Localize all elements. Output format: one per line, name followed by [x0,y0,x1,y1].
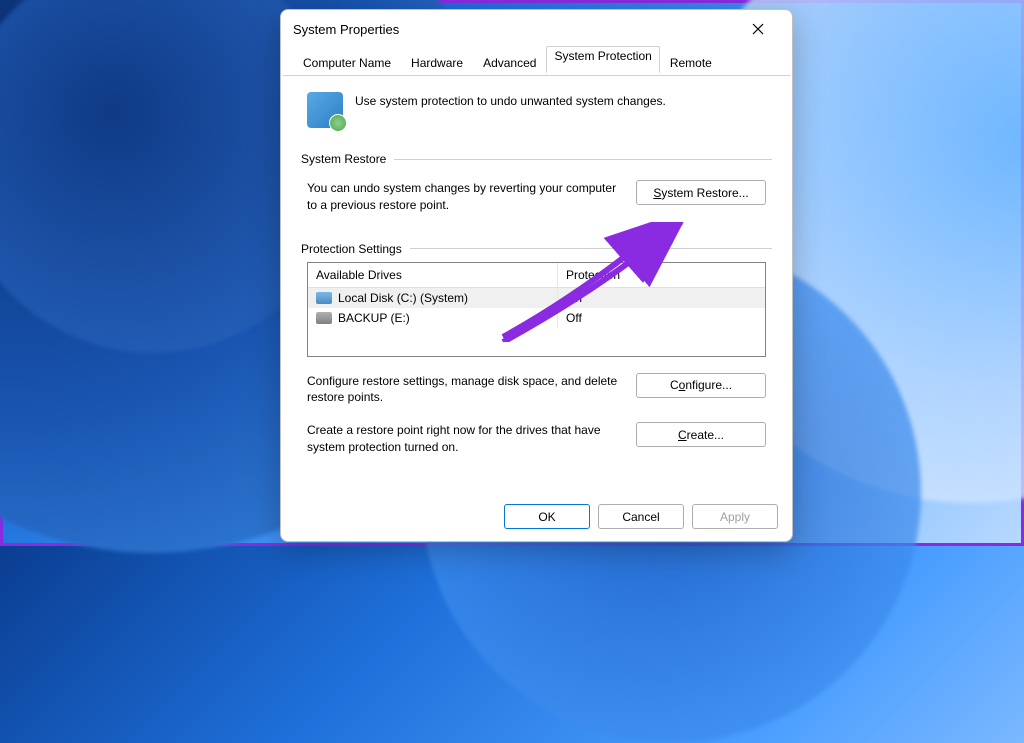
cancel-button[interactable]: Cancel [598,504,684,529]
tab-advanced[interactable]: Advanced [473,49,546,76]
create-text: Create a restore point right now for the… [307,422,620,456]
system-restore-text: You can undo system changes by reverting… [307,180,620,214]
disk-icon [316,292,332,304]
col-header-drives[interactable]: Available Drives [308,263,558,287]
tab-body-system-protection: Use system protection to undo unwanted s… [281,76,792,494]
titlebar: System Properties [281,10,792,48]
drive-name: Local Disk (C:) (System) [338,291,468,305]
tab-computer-name[interactable]: Computer Name [293,49,401,76]
system-protection-icon [307,92,343,128]
tab-hardware[interactable]: Hardware [401,49,473,76]
dialog-button-row: OK Cancel Apply [281,494,792,541]
drives-table-header: Available Drives Protection [308,263,765,288]
system-restore-title: System Restore [301,152,386,166]
drive-protection: On [558,288,765,308]
group-system-restore-label: System Restore [301,152,772,166]
system-properties-dialog: System Properties Computer Name Hardware… [280,9,793,542]
create-row: Create a restore point right now for the… [301,416,772,466]
configure-text: Configure restore settings, manage disk … [307,373,620,407]
window-title: System Properties [293,22,736,37]
create-button[interactable]: Create... [636,422,766,447]
drive-name: BACKUP (E:) [338,311,410,325]
col-header-protection[interactable]: Protection [558,263,765,287]
divider [394,159,772,160]
tab-remote[interactable]: Remote [660,49,722,76]
protection-settings-title: Protection Settings [301,242,402,256]
apply-button[interactable]: Apply [692,504,778,529]
configure-row: Configure restore settings, manage disk … [301,367,772,417]
intro-row: Use system protection to undo unwanted s… [301,88,772,144]
table-empty-space [308,328,765,356]
intro-text: Use system protection to undo unwanted s… [355,92,666,108]
ok-button[interactable]: OK [504,504,590,529]
divider [410,248,772,249]
tab-system-protection[interactable]: System Protection [546,46,659,73]
drives-table: Available Drives Protection Local Disk (… [307,262,766,357]
configure-button[interactable]: Configure... [636,373,766,398]
close-icon [752,23,764,35]
system-restore-button[interactable]: System Restore... [636,180,766,205]
tab-strip: Computer Name Hardware Advanced System P… [283,48,790,76]
drive-protection: Off [558,308,765,328]
table-row[interactable]: Local Disk (C:) (System) On [308,288,765,308]
close-button[interactable] [736,14,780,44]
group-protection-settings-label: Protection Settings [301,242,772,256]
system-restore-row: You can undo system changes by reverting… [301,170,772,234]
disk-icon [316,312,332,324]
table-row[interactable]: BACKUP (E:) Off [308,308,765,328]
